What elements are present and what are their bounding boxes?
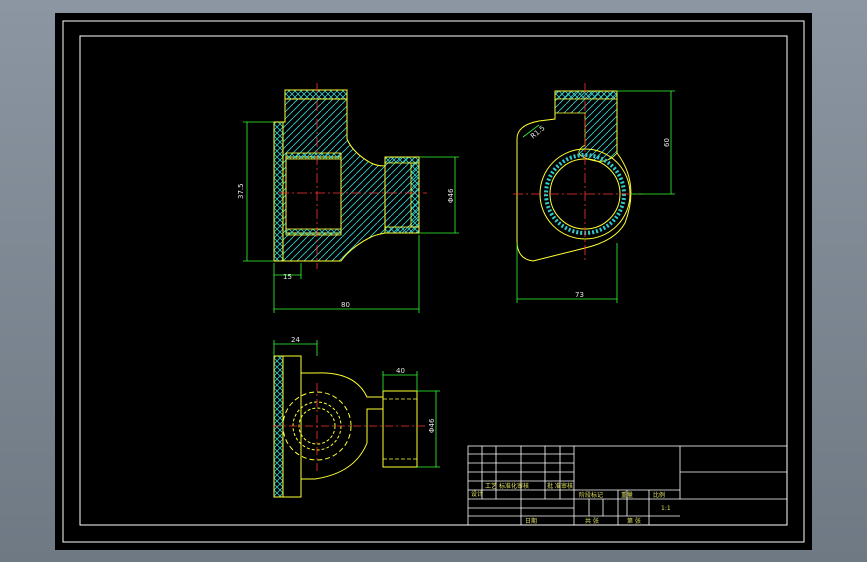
dim-front-wall: 15 — [283, 273, 292, 281]
tb-process: 工艺 — [485, 482, 497, 490]
dim-top-width: 40 — [396, 367, 405, 375]
dim-front-height: 37.5 — [237, 183, 245, 199]
tb-check: 审核 — [561, 482, 573, 490]
dim-side-height: 60 — [663, 138, 671, 147]
dim-side-width: 73 — [575, 291, 584, 299]
tb-date: 日期 — [525, 517, 537, 525]
dim-front-diameter: Φ46 — [447, 188, 455, 203]
side-view: R1.5 60 73 — [513, 83, 675, 303]
tb-sheet: 共 张 — [585, 517, 599, 525]
title-block-text: 设计 工艺 标准化审核 批 准 审核 日期 阶段标记 重量 比例 1:1 共 张… — [471, 482, 671, 525]
tb-scale-label: 比例 — [653, 491, 665, 499]
tb-stage-mark: 阶段标记 — [579, 491, 603, 499]
front-view: 37.5 Φ46 15 80 — [237, 83, 459, 313]
dim-side-chamfer: R1.5 — [529, 124, 546, 140]
tb-sheet-no: 第 张 — [627, 517, 641, 525]
tb-designer: 设计 — [471, 490, 483, 498]
tb-standard: 标准化审核 — [499, 482, 529, 490]
cad-drawing: 37.5 Φ46 15 80 R1.5 60 73 24 40 Φ46 设计 工… — [62, 20, 805, 543]
viewer-background: 37.5 Φ46 15 80 R1.5 60 73 24 40 Φ46 设计 工… — [0, 0, 867, 562]
top-view: 24 40 Φ46 — [273, 336, 440, 498]
outer-frame — [62, 20, 805, 543]
dim-front-length: 80 — [341, 301, 350, 309]
inner-frame — [79, 35, 788, 526]
tb-weight: 重量 — [621, 491, 633, 499]
tb-scale: 1:1 — [661, 505, 671, 512]
dim-top-flange: 24 — [291, 336, 300, 344]
tb-approve: 批 准 — [547, 482, 561, 490]
dim-top-diameter: Φ46 — [428, 418, 436, 433]
drawing-canvas: 37.5 Φ46 15 80 R1.5 60 73 24 40 Φ46 设计 工… — [55, 13, 812, 550]
